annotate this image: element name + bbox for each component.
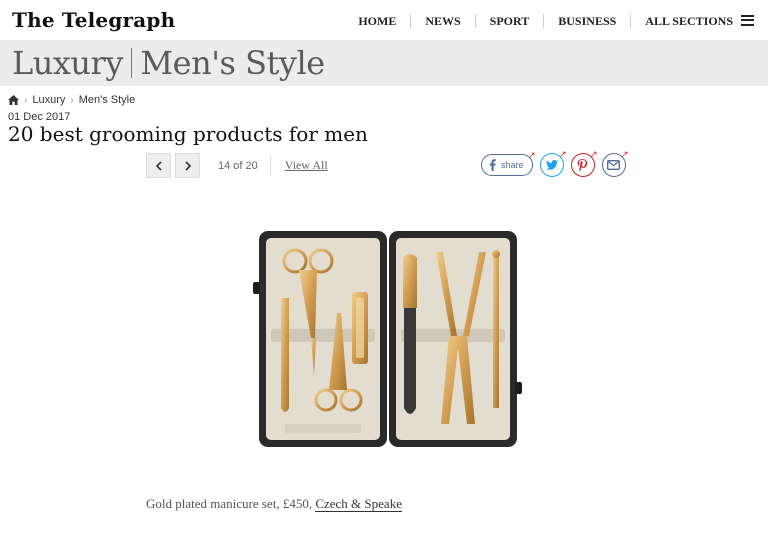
share-arrow-icon: ↗ [589,149,598,159]
hamburger-menu-icon[interactable] [741,14,754,26]
nav-news[interactable]: NEWS [411,14,476,28]
article-headline: 20 best grooming products for men [8,122,368,146]
chevron-right-icon [184,160,191,171]
gallery-pager: 14 of 20 View All [146,153,328,178]
view-all-link[interactable]: View All [285,158,328,173]
breadcrumb-luxury[interactable]: Luxury [32,94,65,106]
pinterest-share-button[interactable]: ↗ [570,149,598,177]
breadcrumb-mens-style[interactable]: Men's Style [79,94,136,106]
gallery-counter: 14 of 20 [218,155,271,176]
section-luxury[interactable]: Luxury [12,44,123,82]
image-caption: Gold plated manicure set, £450, Czech & … [146,496,402,512]
breadcrumb-separator: › [70,94,74,106]
facebook-icon [489,159,496,171]
share-arrow-icon: ↗ [558,149,567,159]
nav-all-sections[interactable]: ALL SECTIONS [631,14,741,28]
top-bar: The Telegraph HOME NEWS SPORT BUSINESS A… [0,0,768,42]
section-mens-style[interactable]: Men's Style [140,44,325,82]
nav-sport[interactable]: SPORT [476,14,545,28]
section-title: Luxury Men's Style [0,44,325,82]
share-bar: share ↗ ↗ ↗ ↗ [481,149,629,177]
chevron-left-icon [155,160,162,171]
breadcrumb: › Luxury › Men's Style [8,94,135,106]
manicure-set-image [253,231,522,447]
retailer-link[interactable]: Czech & Speake [315,496,402,512]
breadcrumb-separator: › [24,94,28,106]
main-nav: HOME NEWS SPORT BUSINESS ALL SECTIONS [344,14,754,28]
home-icon[interactable] [8,95,19,105]
previous-button[interactable] [146,153,171,178]
next-button[interactable] [175,153,200,178]
pinterest-icon [577,158,588,171]
nav-home[interactable]: HOME [344,14,412,28]
section-header: Luxury Men's Style [0,40,768,86]
share-arrow-icon: ↗ [527,150,536,160]
share-arrow-icon: ↗ [620,149,629,159]
section-divider [130,48,133,78]
facebook-share-button[interactable]: share ↗ [481,150,536,176]
caption-text: Gold plated manicure set, £450, [146,496,316,511]
telegraph-logo[interactable]: The Telegraph [12,8,175,32]
email-icon [607,160,620,170]
share-label: share [501,160,524,170]
twitter-icon [545,160,558,170]
nav-business[interactable]: BUSINESS [544,14,632,28]
email-share-button[interactable]: ↗ [601,149,629,177]
twitter-share-button[interactable]: ↗ [539,149,567,177]
